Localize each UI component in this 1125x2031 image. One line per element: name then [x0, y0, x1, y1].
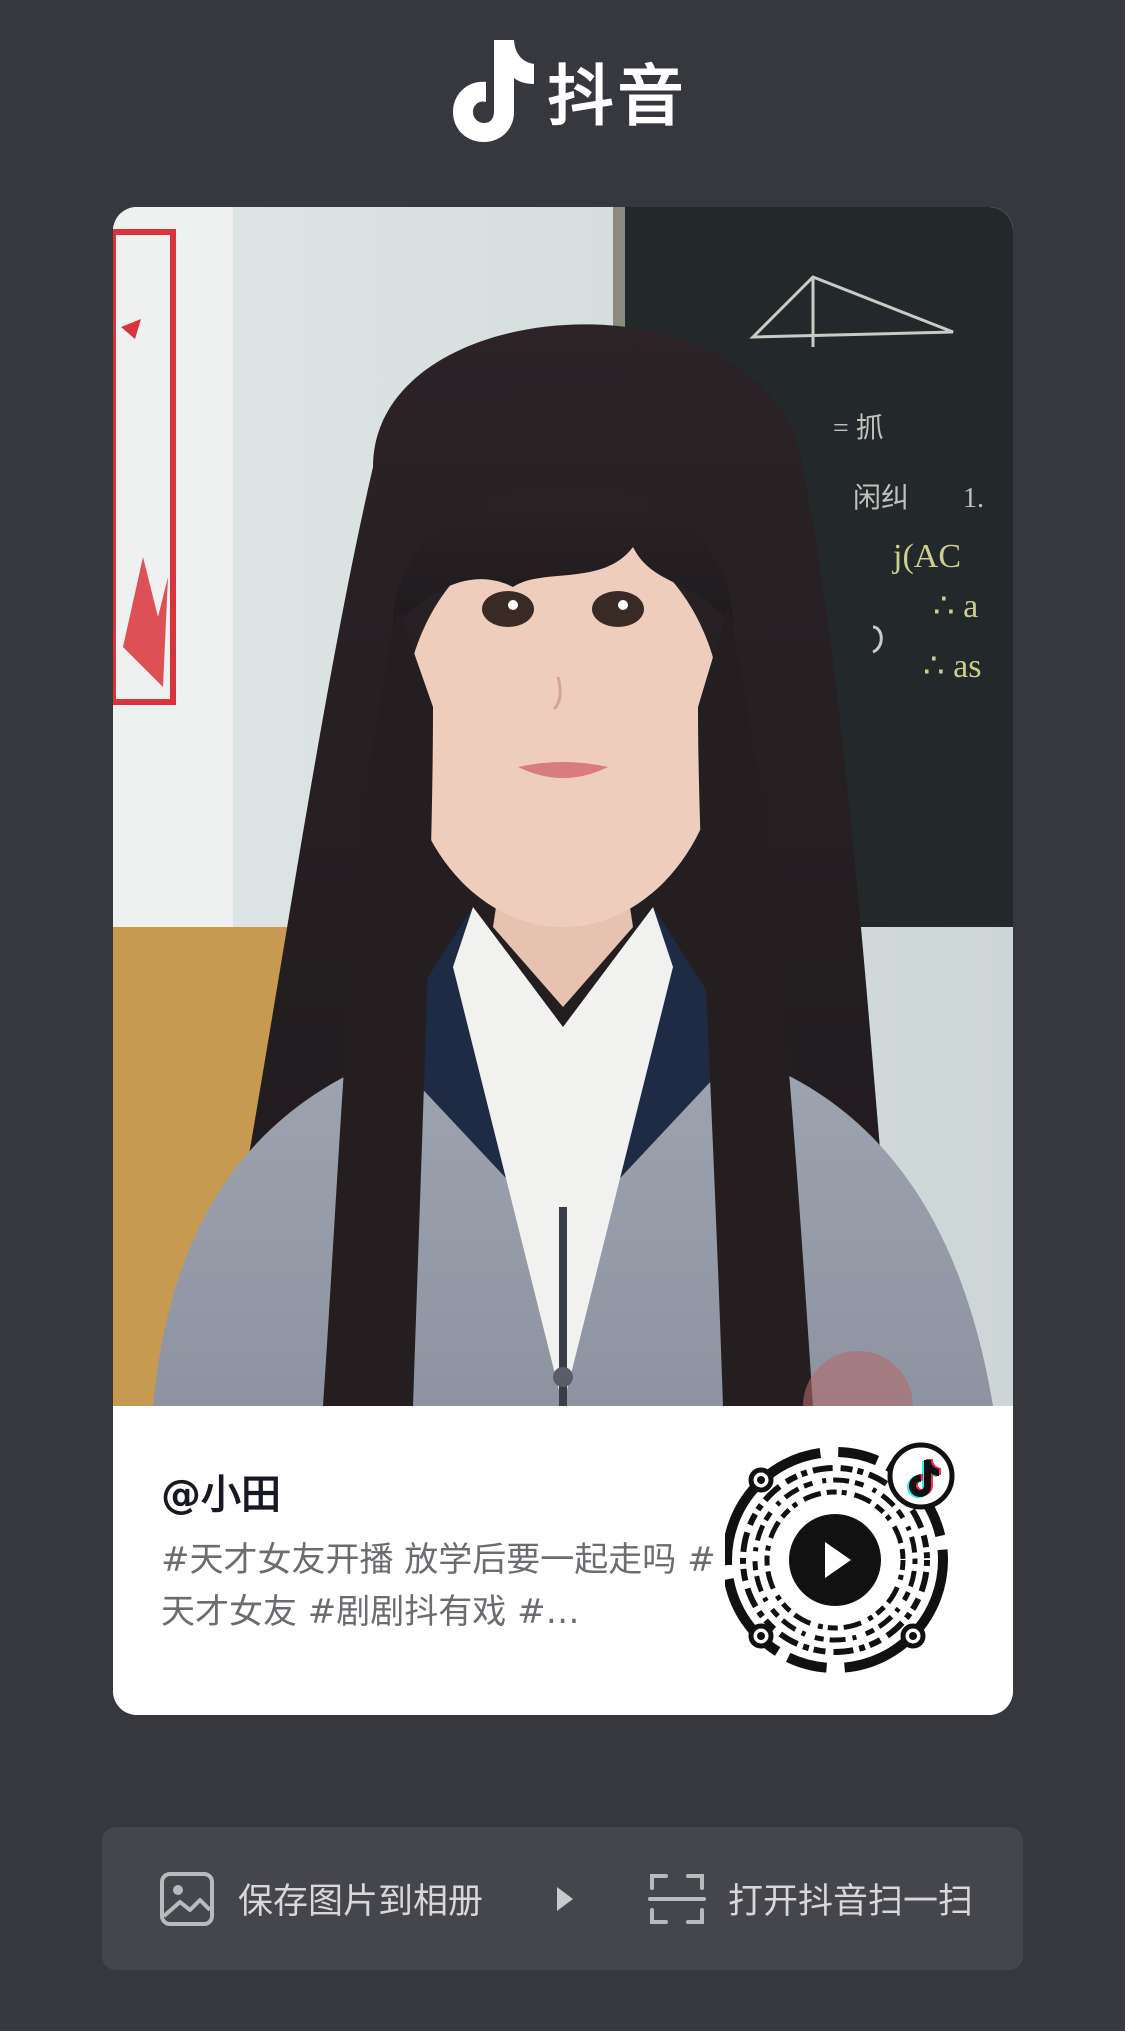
douyin-qr-code[interactable]	[725, 1440, 961, 1676]
share-card[interactable]: j(AC ∴ a ∴ as = 抓 闲纠 1. @小田 #天才女友开播 放学后要…	[113, 207, 1013, 1715]
save-image-label: 保存图片到相册	[238, 1882, 484, 1922]
image-icon	[160, 1871, 214, 1926]
save-image-button[interactable]: 保存图片到相册	[158, 1827, 483, 1970]
video-cover-image[interactable]: j(AC ∴ a ∴ as = 抓 闲纠 1.	[113, 207, 1013, 1406]
svg-text:∴ a: ∴ a	[933, 588, 978, 625]
play-icon	[789, 1514, 881, 1606]
video-info: @小田 #天才女友开播 放学后要一起走吗 #天才女友 #剧剧抖有戏 #…	[113, 1406, 1013, 1715]
svg-text:1.: 1.	[963, 483, 984, 514]
open-scan-button[interactable]: 打开抖音扫一扫	[648, 1827, 973, 1970]
triangle-right-icon	[557, 1886, 573, 1911]
cover-illustration: j(AC ∴ a ∴ as = 抓 闲纠 1.	[113, 207, 1013, 1406]
douyin-badge-icon	[887, 1442, 955, 1510]
brand-header: 抖音	[0, 36, 1125, 146]
svg-text:= 抓: = 抓	[833, 412, 884, 444]
action-bar: 保存图片到相册 打开抖音扫一扫	[102, 1827, 1023, 1970]
svg-text:∴ as: ∴ as	[923, 648, 981, 685]
svg-text:闲纠: 闲纠	[853, 482, 909, 514]
brand-name: 抖音	[547, 58, 688, 135]
share-screen: 抖音 j(AC ∴ a ∴ as = 抓 闲纠 1. @小田 #天才女友开播 放…	[0, 0, 1125, 2031]
scan-icon	[648, 1873, 706, 1924]
author-name[interactable]: @小田	[161, 1462, 721, 1520]
open-scan-label: 打开抖音扫一扫	[728, 1882, 974, 1922]
video-description: #天才女友开播 放学后要一起走吗 #天才女友 #剧剧抖有戏 #…	[161, 1540, 716, 1632]
svg-text:j(AC: j(AC	[892, 538, 961, 575]
douyin-logo-icon	[452, 40, 534, 142]
